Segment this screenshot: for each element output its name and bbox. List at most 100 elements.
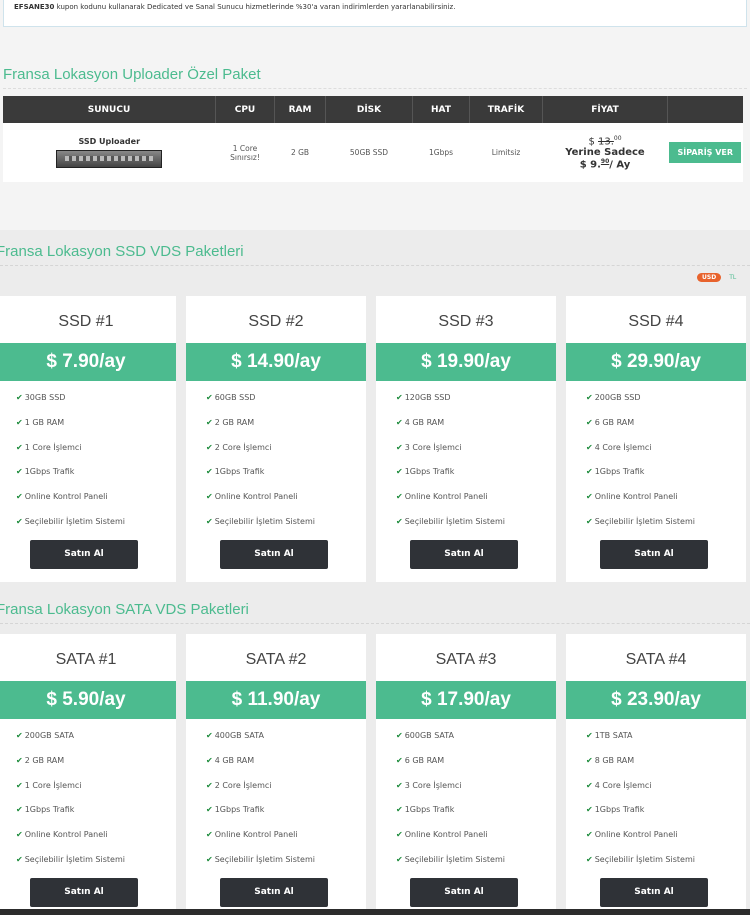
check-icon: ✔	[586, 442, 593, 452]
ssd-section-title: Fransa Lokasyon SSD VDS Paketleri	[0, 243, 244, 260]
check-icon: ✔	[206, 516, 213, 526]
plan-price: $ 29.90/ay	[566, 343, 746, 381]
uploader-table: SUNUCU CPU RAM DİSK HAT TRAFİK FİYAT SSD…	[3, 96, 743, 182]
buy-button[interactable]: Satın Al	[410, 540, 518, 569]
plan-name: SSD #4	[628, 313, 684, 330]
check-icon: ✔	[16, 731, 23, 740]
col-header-ram: RAM	[274, 96, 326, 123]
buy-button[interactable]: Satın Al	[30, 540, 138, 569]
feature-item: ✔ 200GB SSD	[586, 393, 641, 402]
plan-price: $ 23.90/ay	[566, 681, 746, 719]
currency-tl-toggle[interactable]: TL	[729, 274, 736, 281]
feature-item: ✔ Online Kontrol Paneli	[16, 492, 108, 502]
disk-cell: 50GB SSD	[325, 123, 413, 182]
feature-list: ✔ 60GB SSD ✔ 2 GB RAM ✔ 2 Core İşlemci ✔ 1Gb…	[206, 393, 315, 542]
col-header-hat: HAT	[412, 96, 470, 123]
new-price: $ 9.90/ Ay	[579, 158, 631, 171]
feature-item: ✔ 600GB SATA	[396, 731, 455, 740]
order-cell: SİPARİŞ VER	[667, 123, 743, 182]
check-icon: ✔	[396, 755, 403, 765]
feature-item: ✔ Seçilebilir İşletim Sistemi	[396, 516, 505, 526]
divider	[0, 265, 750, 266]
plan-name: SATA #2	[245, 651, 307, 668]
feature-item: ✔ 1Gbps Trafik	[396, 467, 455, 477]
feature-item: ✔ 3 Core İşlemci	[396, 780, 462, 790]
check-icon: ✔	[586, 731, 593, 740]
feature-item: ✔ 4 Core İşlemci	[586, 442, 652, 452]
feature-item: ✔ Seçilebilir İşletim Sistemi	[206, 516, 315, 526]
plan-name: SSD #3	[438, 313, 494, 330]
divider	[3, 88, 747, 89]
feature-item: ✔ Seçilebilir İşletim Sistemi	[16, 516, 125, 526]
feature-item: ✔ 1Gbps Trafik	[586, 467, 645, 477]
sata-section-title: Fransa Lokasyon SATA VDS Paketleri	[0, 601, 249, 618]
check-icon: ✔	[586, 516, 593, 526]
check-icon: ✔	[16, 442, 23, 452]
feature-item: ✔ 2 GB RAM	[16, 755, 65, 765]
sata-cards: SATA #1 $ 5.90/ay ✔ 200GB SATA ✔ 2 GB RAM …	[0, 634, 750, 910]
col-header-sunucu: SUNUCU	[3, 96, 216, 123]
check-icon: ✔	[16, 854, 23, 864]
check-icon: ✔	[396, 442, 403, 452]
check-icon: ✔	[586, 780, 593, 790]
feature-item: ✔ 400GB SATA	[206, 731, 265, 740]
col-header-disk: DİSK	[325, 96, 413, 123]
buy-button[interactable]: Satın Al	[410, 878, 518, 907]
buy-button[interactable]: Satın Al	[30, 878, 138, 907]
check-icon: ✔	[396, 467, 403, 477]
footer-bar	[0, 909, 750, 915]
col-header-trafik: TRAFİK	[469, 96, 543, 123]
feature-item: ✔ 60GB SSD	[206, 393, 256, 402]
order-button[interactable]: SİPARİŞ VER	[669, 142, 742, 163]
check-icon: ✔	[16, 780, 23, 790]
sata-card: SATA #4 $ 23.90/ay ✔ 1TB SATA ✔ 8 GB RAM ✔…	[566, 634, 746, 910]
feature-list: ✔ 1TB SATA ✔ 8 GB RAM ✔ 4 Core İşlemci ✔ 1Gb…	[586, 731, 695, 880]
feature-item: ✔ 1Gbps Trafik	[206, 805, 265, 815]
divider	[0, 623, 750, 624]
feature-item: ✔ 1TB SATA	[586, 731, 633, 740]
check-icon: ✔	[206, 492, 213, 502]
feature-item: ✔ 1Gbps Trafik	[586, 805, 645, 815]
check-icon: ✔	[206, 442, 213, 452]
plan-price: $ 11.90/ay	[186, 681, 366, 719]
buy-button[interactable]: Satın Al	[220, 878, 328, 907]
check-icon: ✔	[396, 492, 403, 502]
feature-item: ✔ Seçilebilir İşletim Sistemi	[586, 516, 695, 526]
buy-button[interactable]: Satın Al	[220, 540, 328, 569]
check-icon: ✔	[586, 492, 593, 502]
check-icon: ✔	[396, 854, 403, 864]
cpu-cell: 1 Core Sınırsız!	[215, 123, 275, 182]
feature-item: ✔ 1Gbps Trafik	[396, 805, 455, 815]
price-cell: $ 13.00 Yerine Sadece $ 9.90/ Ay	[542, 123, 668, 182]
check-icon: ✔	[586, 854, 593, 864]
check-icon: ✔	[396, 516, 403, 526]
feature-item: ✔ 1 Core İşlemci	[16, 780, 82, 790]
feature-item: ✔ 1Gbps Trafik	[206, 467, 265, 477]
check-icon: ✔	[16, 830, 23, 840]
server-name: SSD Uploader	[78, 137, 141, 146]
check-icon: ✔	[16, 755, 23, 765]
check-icon: ✔	[16, 805, 23, 815]
check-icon: ✔	[206, 805, 213, 815]
buy-button[interactable]: Satın Al	[600, 540, 708, 569]
feature-list: ✔ 600GB SATA ✔ 6 GB RAM ✔ 3 Core İşlemci ✔ 1…	[396, 731, 505, 880]
check-icon: ✔	[206, 731, 213, 740]
feature-item: ✔ 4 GB RAM	[206, 755, 255, 765]
feature-item: ✔ 4 Core İşlemci	[586, 780, 652, 790]
buy-button[interactable]: Satın Al	[600, 878, 708, 907]
plan-price: $ 17.90/ay	[376, 681, 556, 719]
col-header-action	[667, 96, 743, 123]
coupon-notice: EFSANE30 kupon kodunu kullanarak Dedicat…	[3, 0, 747, 27]
plan-name: SSD #2	[248, 313, 304, 330]
check-icon: ✔	[396, 780, 403, 790]
check-icon: ✔	[586, 830, 593, 840]
check-icon: ✔	[206, 755, 213, 765]
feature-item: ✔ Seçilebilir İşletim Sistemi	[396, 854, 505, 864]
sata-card: SATA #1 $ 5.90/ay ✔ 200GB SATA ✔ 2 GB RAM …	[0, 634, 176, 910]
check-icon: ✔	[206, 393, 213, 402]
server-rack-image	[56, 150, 163, 168]
feature-item: ✔ 2 Core İşlemci	[206, 780, 272, 790]
currency-usd-toggle[interactable]: USD	[697, 273, 722, 282]
feature-item: ✔ 30GB SSD	[16, 393, 66, 402]
feature-item: ✔ Seçilebilir İşletim Sistemi	[586, 854, 695, 864]
